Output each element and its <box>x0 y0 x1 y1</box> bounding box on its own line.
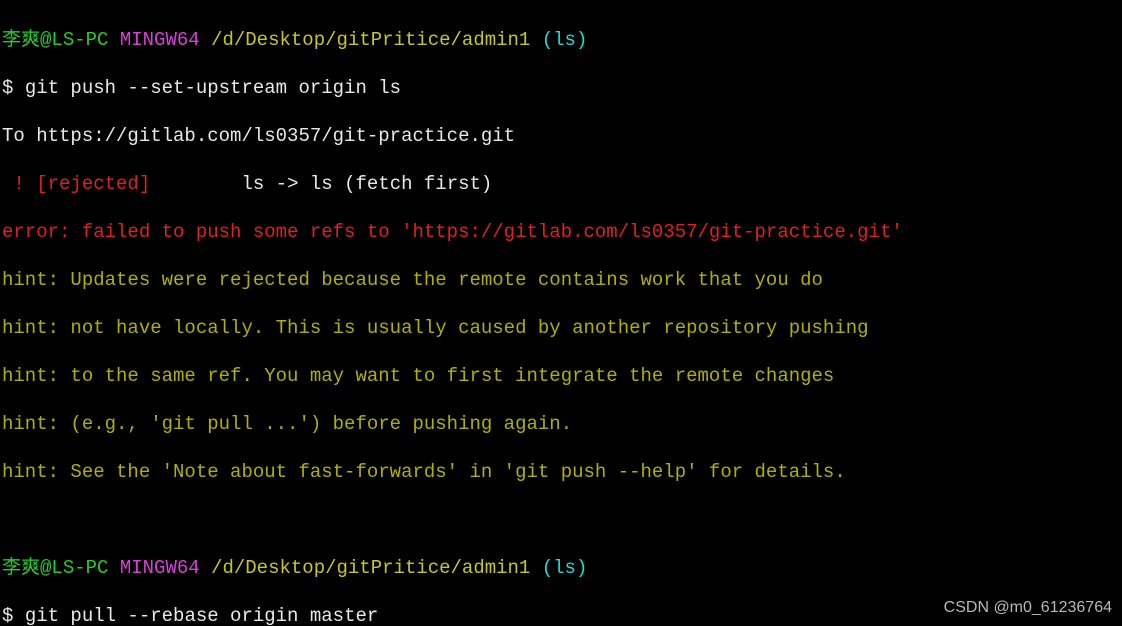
prompt-env: MINGW64 <box>120 29 200 51</box>
rejected-bang: ! <box>2 173 36 195</box>
output-hint4: hint: (e.g., 'git pull ...') before push… <box>2 412 1120 436</box>
output-error: error: failed to push some refs to 'http… <box>2 220 1120 244</box>
command-text: git pull --rebase origin master <box>25 605 378 626</box>
prompt-line-2: 李爽@LS-PC MINGW64 /d/Desktop/gitPritice/a… <box>2 556 1120 580</box>
rejected-word: [rejected] <box>36 173 150 195</box>
rejected-rest: ls -> ls (fetch first) <box>150 173 492 195</box>
prompt-env: MINGW64 <box>120 557 200 579</box>
prompt-at: @ <box>40 29 51 51</box>
prompt-line-1: 李爽@LS-PC MINGW64 /d/Desktop/gitPritice/a… <box>2 28 1120 52</box>
prompt-user: 李爽 <box>2 557 40 579</box>
prompt-path: /d/Desktop/gitPritice/admin1 <box>211 29 530 51</box>
output-hint2: hint: not have locally. This is usually … <box>2 316 1120 340</box>
output-hint1: hint: Updates were rejected because the … <box>2 268 1120 292</box>
prompt-at: @ <box>40 557 51 579</box>
prompt-host: LS-PC <box>51 29 108 51</box>
prompt-dollar: $ <box>2 605 25 626</box>
prompt-host: LS-PC <box>51 557 108 579</box>
command-text: git push --set-upstream origin ls <box>25 77 401 99</box>
prompt-path: /d/Desktop/gitPritice/admin1 <box>211 557 530 579</box>
blank-line <box>2 508 1120 532</box>
prompt-branch: ls <box>553 29 576 51</box>
prompt-branch: ls <box>553 557 576 579</box>
prompt-branch-close: ) <box>576 29 587 51</box>
prompt-branch-close: ) <box>576 557 587 579</box>
prompt-branch-open: ( <box>542 557 553 579</box>
prompt-dollar: $ <box>2 77 25 99</box>
prompt-branch-open: ( <box>542 29 553 51</box>
output-rejected: ! [rejected] ls -> ls (fetch first) <box>2 172 1120 196</box>
output-to: To https://gitlab.com/ls0357/git-practic… <box>2 124 1120 148</box>
command-line-1: $ git push --set-upstream origin ls <box>2 76 1120 100</box>
output-hint5: hint: See the 'Note about fast-forwards'… <box>2 460 1120 484</box>
terminal-window[interactable]: 李爽@LS-PC MINGW64 /d/Desktop/gitPritice/a… <box>0 0 1122 626</box>
watermark: CSDN @m0_61236764 <box>944 596 1112 620</box>
prompt-user: 李爽 <box>2 29 40 51</box>
output-hint3: hint: to the same ref. You may want to f… <box>2 364 1120 388</box>
